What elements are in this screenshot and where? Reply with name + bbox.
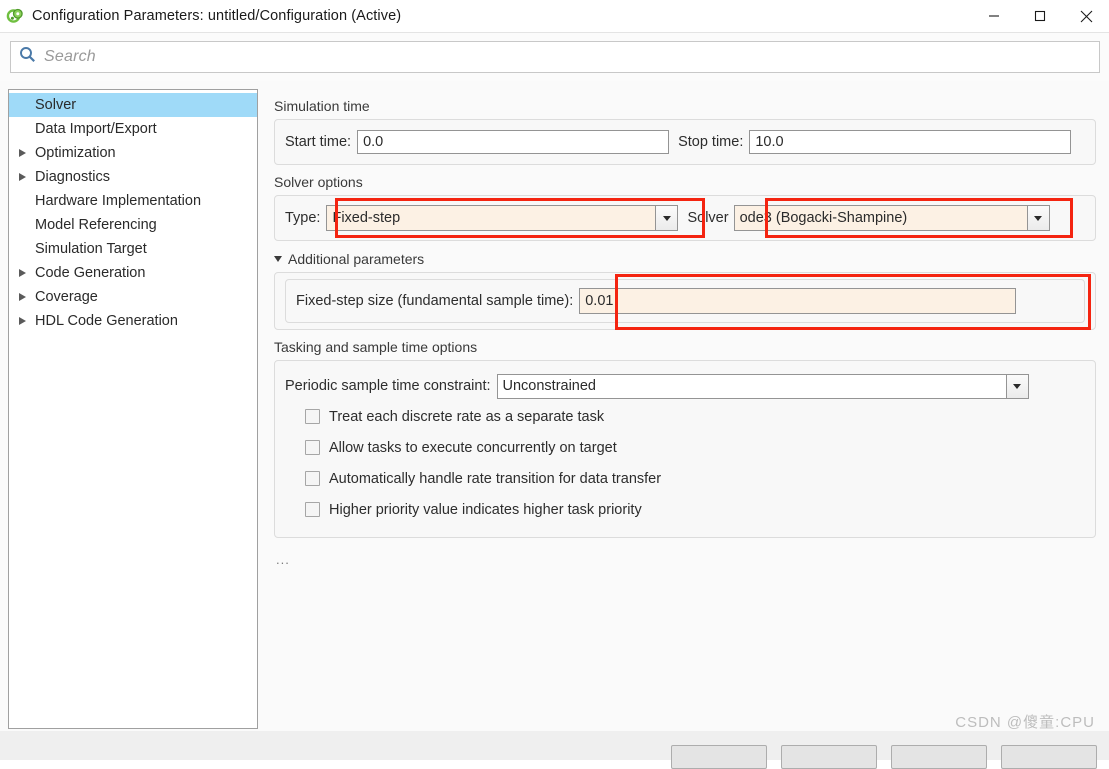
additional-parameters-label: Additional parameters bbox=[288, 251, 425, 267]
tasking-checkbox-row[interactable]: Allow tasks to execute concurrently on t… bbox=[285, 432, 1085, 463]
sidebar-item-optimization[interactable]: Optimization bbox=[9, 141, 257, 165]
maximize-button[interactable] bbox=[1017, 0, 1063, 32]
sidebar-item-label: Solver bbox=[35, 97, 77, 113]
checkbox-icon[interactable] bbox=[305, 471, 320, 486]
tasking-checkbox-label: Treat each discrete rate as a separate t… bbox=[329, 408, 605, 425]
chevron-right-icon[interactable] bbox=[13, 293, 31, 301]
window-title: Configuration Parameters: untitled/Confi… bbox=[32, 8, 402, 24]
sidebar-item-label: Data Import/Export bbox=[35, 121, 157, 137]
chevron-down-icon bbox=[274, 256, 282, 262]
sidebar-item-label: Code Generation bbox=[35, 265, 146, 281]
close-button[interactable] bbox=[1063, 0, 1109, 32]
tasking-checkbox-label: Higher priority value indicates higher t… bbox=[329, 501, 642, 518]
search-icon bbox=[19, 46, 36, 68]
chevron-right-icon[interactable] bbox=[13, 173, 31, 181]
settings-pane: Simulation time Start time: 0.0 Stop tim… bbox=[266, 89, 1104, 729]
footer-button-3[interactable] bbox=[891, 745, 987, 769]
tasking-checkbox-list: Treat each discrete rate as a separate t… bbox=[285, 401, 1085, 525]
sidebar-item-simulation-target[interactable]: Simulation Target bbox=[9, 237, 257, 261]
fixed-step-size-input[interactable]: 0.01 bbox=[579, 288, 1017, 314]
sidebar-item-coverage[interactable]: Coverage bbox=[9, 285, 257, 309]
sidebar-item-label: Optimization bbox=[35, 145, 116, 161]
chevron-right-icon[interactable] bbox=[13, 269, 31, 277]
settings-tree[interactable]: Solver Data Import/Export Optimization Diag… bbox=[8, 89, 258, 729]
search-placeholder: Search bbox=[44, 48, 96, 65]
chevron-right-icon[interactable] bbox=[13, 149, 31, 157]
solver-label: Solver bbox=[687, 210, 729, 226]
sidebar-item-hardware-implementation[interactable]: Hardware Implementation bbox=[9, 189, 257, 213]
title-bar: Configuration Parameters: untitled/Confi… bbox=[0, 0, 1109, 32]
window-controls bbox=[971, 0, 1109, 32]
sidebar-item-label: Simulation Target bbox=[35, 241, 147, 257]
tasking-checkbox-row[interactable]: Higher priority value indicates higher t… bbox=[285, 494, 1085, 525]
sidebar-item-hdl-code-generation[interactable]: HDL Code Generation bbox=[9, 309, 257, 333]
tasking-checkbox-row[interactable]: Treat each discrete rate as a separate t… bbox=[285, 401, 1085, 432]
sidebar-item-label: Coverage bbox=[35, 289, 98, 305]
sidebar-item-solver[interactable]: Solver bbox=[9, 93, 257, 117]
search-zone: Search bbox=[0, 33, 1109, 81]
tasking-checkbox-label: Automatically handle rate transition for… bbox=[329, 470, 662, 487]
sidebar-item-label: HDL Code Generation bbox=[35, 313, 178, 329]
watermark: CSDN @傻童:CPU bbox=[955, 714, 1095, 731]
fixed-step-size-label: Fixed-step size (fundamental sample time… bbox=[296, 293, 574, 309]
checkbox-icon[interactable] bbox=[305, 409, 320, 424]
footer-bar bbox=[0, 731, 1109, 769]
start-time-label: Start time: bbox=[285, 134, 352, 150]
solver-options-title: Solver options bbox=[274, 174, 363, 190]
simulink-icon bbox=[6, 7, 24, 25]
start-time-input[interactable]: 0.0 bbox=[357, 130, 670, 154]
footer-button-4[interactable] bbox=[1001, 745, 1097, 769]
tasking-options-title: Tasking and sample time options bbox=[274, 339, 478, 355]
solver-options-panel: Type: Fixed-step Solver ode3 (Bogacki-Sh… bbox=[274, 195, 1096, 241]
tasking-checkbox-label: Allow tasks to execute concurrently on t… bbox=[329, 439, 617, 456]
solver-value: ode3 (Bogacki-Shampine) bbox=[734, 206, 1027, 230]
footer-button-1[interactable] bbox=[671, 745, 767, 769]
sidebar-item-label: Model Referencing bbox=[35, 217, 157, 233]
periodic-sample-time-constraint-label: Periodic sample time constraint: bbox=[285, 378, 491, 394]
sidebar-item-label: Diagnostics bbox=[35, 169, 110, 185]
footer-button-2[interactable] bbox=[781, 745, 877, 769]
additional-parameters-disclosure[interactable]: Additional parameters bbox=[274, 251, 1104, 267]
chevron-down-icon[interactable] bbox=[1026, 206, 1049, 230]
simulation-time-panel: Start time: 0.0 Stop time: 10.0 bbox=[274, 119, 1096, 165]
periodic-sample-time-constraint-value: Unconstrained bbox=[502, 378, 597, 394]
fixed-step-size-row: Fixed-step size (fundamental sample time… bbox=[285, 279, 1085, 323]
solver-dropdown[interactable]: ode3 (Bogacki-Shampine) bbox=[733, 205, 1050, 231]
periodic-sample-time-constraint-dropdown[interactable]: Unconstrained bbox=[496, 373, 1029, 399]
sidebar-item-code-generation[interactable]: Code Generation bbox=[9, 261, 257, 285]
solver-type-value: Fixed-step bbox=[327, 206, 656, 230]
chevron-down-icon[interactable] bbox=[1005, 374, 1028, 398]
simulation-time-title: Simulation time bbox=[274, 98, 370, 114]
stop-time-label: Stop time: bbox=[678, 134, 744, 150]
footer-buttons bbox=[671, 745, 1097, 769]
stop-time-input[interactable]: 10.0 bbox=[749, 130, 1072, 154]
search-input[interactable]: Search bbox=[10, 41, 1100, 73]
tasking-checkbox-row[interactable]: Automatically handle rate transition for… bbox=[285, 463, 1085, 494]
checkbox-icon[interactable] bbox=[305, 440, 320, 455]
sidebar-item-data-import-export[interactable]: Data Import/Export bbox=[9, 117, 257, 141]
tasking-options-panel: Periodic sample time constraint: Unconst… bbox=[274, 360, 1096, 538]
solver-type-dropdown[interactable]: Fixed-step bbox=[326, 205, 679, 231]
sidebar-item-model-referencing[interactable]: Model Referencing bbox=[9, 213, 257, 237]
sidebar-item-label: Hardware Implementation bbox=[35, 193, 202, 209]
chevron-down-icon[interactable] bbox=[655, 206, 678, 230]
sidebar-item-diagnostics[interactable]: Diagnostics bbox=[9, 165, 257, 189]
chevron-right-icon[interactable] bbox=[13, 317, 31, 325]
solver-type-label: Type: bbox=[285, 210, 321, 226]
additional-parameters-panel: Fixed-step size (fundamental sample time… bbox=[274, 272, 1096, 330]
minimize-button[interactable] bbox=[971, 0, 1017, 32]
overflow-indicator[interactable]: ... bbox=[276, 552, 1104, 567]
checkbox-icon[interactable] bbox=[305, 502, 320, 517]
